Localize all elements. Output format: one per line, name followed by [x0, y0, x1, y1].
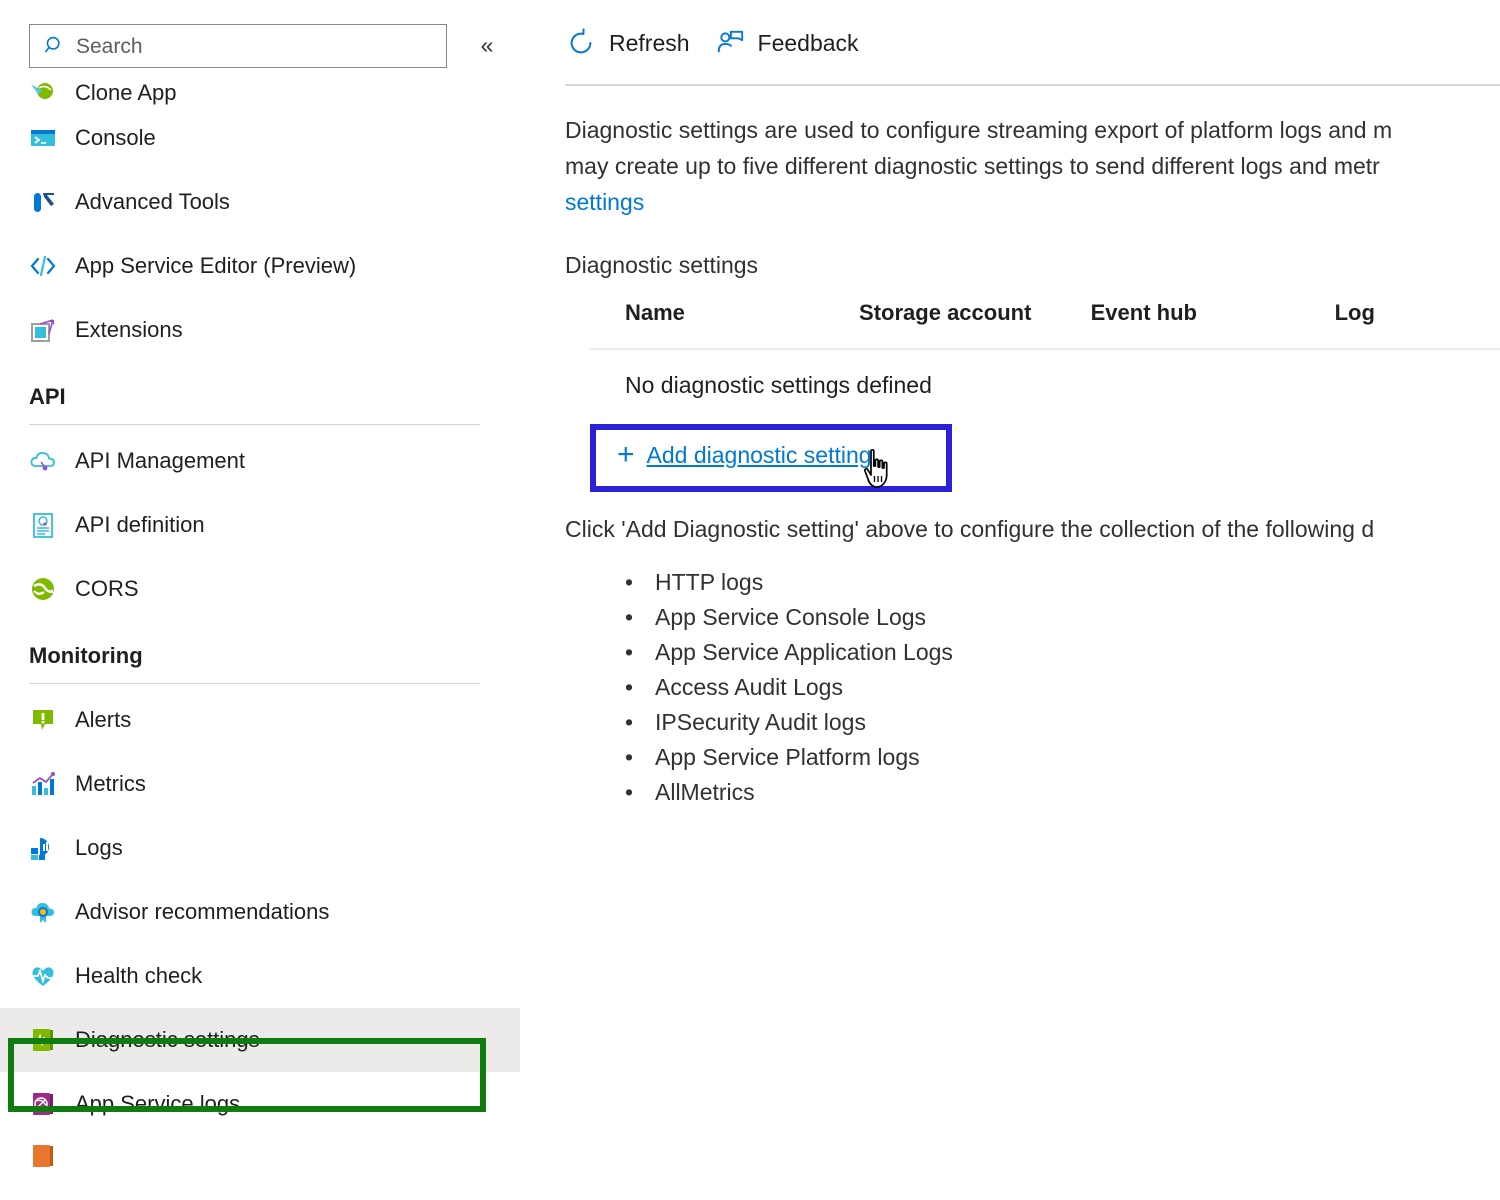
sidebar-item-label: Console [75, 125, 156, 151]
sidebar-item-api-definition[interactable]: API definition [0, 493, 540, 557]
sidebar-group-api: API [0, 362, 540, 429]
table-header-divider [590, 348, 1500, 350]
column-header-storage-account[interactable]: Storage account [859, 300, 1091, 326]
list-item: AllMetrics [625, 775, 953, 810]
description-line-1: Diagnostic settings are used to configur… [565, 112, 1500, 148]
sidebar-item-label: API definition [75, 512, 205, 538]
column-header-log[interactable]: Log [1335, 300, 1500, 326]
main-content: Refresh Feedback Diagnostic settings are… [540, 0, 1500, 1200]
app-service-logs-book-icon [29, 1090, 57, 1118]
sidebar-item-label: Logs [75, 835, 123, 861]
plus-icon: + [617, 440, 635, 470]
add-diagnostic-setting-link[interactable]: + Add diagnostic setting [617, 440, 872, 470]
diagnostic-settings-book-icon [29, 1026, 57, 1054]
sidebar-item-label: API Management [75, 448, 245, 474]
sidebar-item-logs[interactable]: Logs [0, 816, 540, 880]
group-divider [29, 424, 480, 425]
metrics-chart-icon [29, 770, 57, 798]
group-divider [29, 683, 480, 684]
extensions-icon [29, 316, 57, 344]
command-toolbar: Refresh Feedback [540, 0, 1500, 86]
sidebar: Search « Clone App [0, 0, 540, 1200]
sidebar-group-title: Monitoring [29, 643, 540, 669]
diagnostic-settings-doc-link[interactable]: settings [565, 184, 1500, 220]
sidebar-item-app-service-logs[interactable]: App Service logs [0, 1072, 540, 1136]
sidebar-item-extensions[interactable]: Extensions [0, 298, 540, 362]
sidebar-item-metrics[interactable]: Metrics [0, 752, 540, 816]
sidebar-item-advanced-tools[interactable]: Advanced Tools [0, 170, 540, 234]
list-item: Access Audit Logs [625, 670, 953, 705]
sidebar-item-label: Health check [75, 963, 202, 989]
diagnostic-settings-table: Name Storage account Event hub Log [565, 300, 1500, 348]
advisor-icon [29, 898, 57, 926]
sidebar-item-label: Advanced Tools [75, 189, 230, 215]
log-categories-list: HTTP logs App Service Console Logs App S… [625, 565, 953, 810]
sidebar-item-label: App Service Editor (Preview) [75, 253, 356, 279]
column-header-name[interactable]: Name [625, 300, 859, 326]
description-line-2: may create up to five different diagnost… [565, 148, 1500, 184]
sidebar-item-app-service-editor[interactable]: App Service Editor (Preview) [0, 234, 540, 298]
sidebar-item-clone-app[interactable]: Clone App [0, 62, 540, 106]
sidebar-item-label: App Service logs [75, 1091, 240, 1117]
sidebar-item-label: Advisor recommendations [75, 899, 329, 925]
code-editor-icon [29, 252, 57, 280]
sidebar-nav-list: Clone App Console [0, 62, 540, 1176]
list-item: HTTP logs [625, 565, 953, 600]
cors-globe-icon [29, 575, 57, 603]
description-text: Diagnostic settings are used to configur… [565, 112, 1500, 220]
sidebar-item-label: Diagnostic settings [75, 1027, 260, 1053]
refresh-button[interactable]: Refresh [565, 19, 690, 67]
list-item: App Service Console Logs [625, 600, 953, 635]
column-header-event-hub[interactable]: Event hub [1091, 300, 1335, 326]
table-empty-message: No diagnostic settings defined [625, 372, 932, 399]
list-item: App Service Application Logs [625, 635, 953, 670]
sidebar-item-console[interactable]: Console [0, 106, 540, 170]
sidebar-item-label: Clone App [75, 80, 177, 106]
api-definition-document-icon [29, 511, 57, 539]
sidebar-item-api-management[interactable]: API Management [0, 429, 540, 493]
sidebar-item-health-check[interactable]: Health check [0, 944, 540, 1008]
sidebar-item-label: CORS [75, 576, 139, 602]
refresh-icon [565, 27, 597, 59]
alerts-bell-icon [29, 706, 57, 734]
search-icon [44, 35, 66, 57]
sidebar-item-label: Extensions [75, 317, 183, 343]
sidebar-item-label: Alerts [75, 707, 131, 733]
advanced-tools-icon [29, 188, 57, 216]
collapse-sidebar-button[interactable]: « [470, 30, 504, 60]
section-title: Diagnostic settings [565, 252, 758, 279]
search-placeholder: Search [76, 36, 143, 57]
toolbar-divider [565, 84, 1500, 86]
sidebar-item-alerts[interactable]: Alerts [0, 688, 540, 752]
logs-icon [29, 834, 57, 862]
api-management-cloud-icon [29, 447, 57, 475]
refresh-label: Refresh [609, 30, 690, 57]
table-header-row: Name Storage account Event hub Log [565, 300, 1500, 348]
list-item: IPSecurity Audit logs [625, 705, 953, 740]
sidebar-item-advisor-recommendations[interactable]: Advisor recommendations [0, 880, 540, 944]
sidebar-item-label: Metrics [75, 771, 146, 797]
sidebar-item-diagnostic-settings[interactable]: Diagnostic settings [0, 1008, 520, 1072]
feedback-label: Feedback [758, 30, 859, 57]
partial-orange-book-icon [29, 1142, 57, 1170]
sidebar-group-title: API [29, 384, 540, 410]
health-check-heart-icon [29, 962, 57, 990]
clone-app-icon [29, 78, 57, 106]
feedback-button[interactable]: Feedback [714, 19, 859, 67]
list-item: App Service Platform logs [625, 740, 953, 775]
click-instruction-text: Click 'Add Diagnostic setting' above to … [565, 516, 1374, 543]
add-diagnostic-setting-label: Add diagnostic setting [647, 442, 872, 469]
sidebar-group-monitoring: Monitoring [0, 621, 540, 688]
console-icon [29, 124, 57, 152]
screen-root: Search « Clone App [0, 0, 1500, 1200]
sidebar-item-next-partial[interactable] [0, 1136, 540, 1176]
sidebar-item-cors[interactable]: CORS [0, 557, 540, 621]
feedback-icon [714, 27, 746, 59]
